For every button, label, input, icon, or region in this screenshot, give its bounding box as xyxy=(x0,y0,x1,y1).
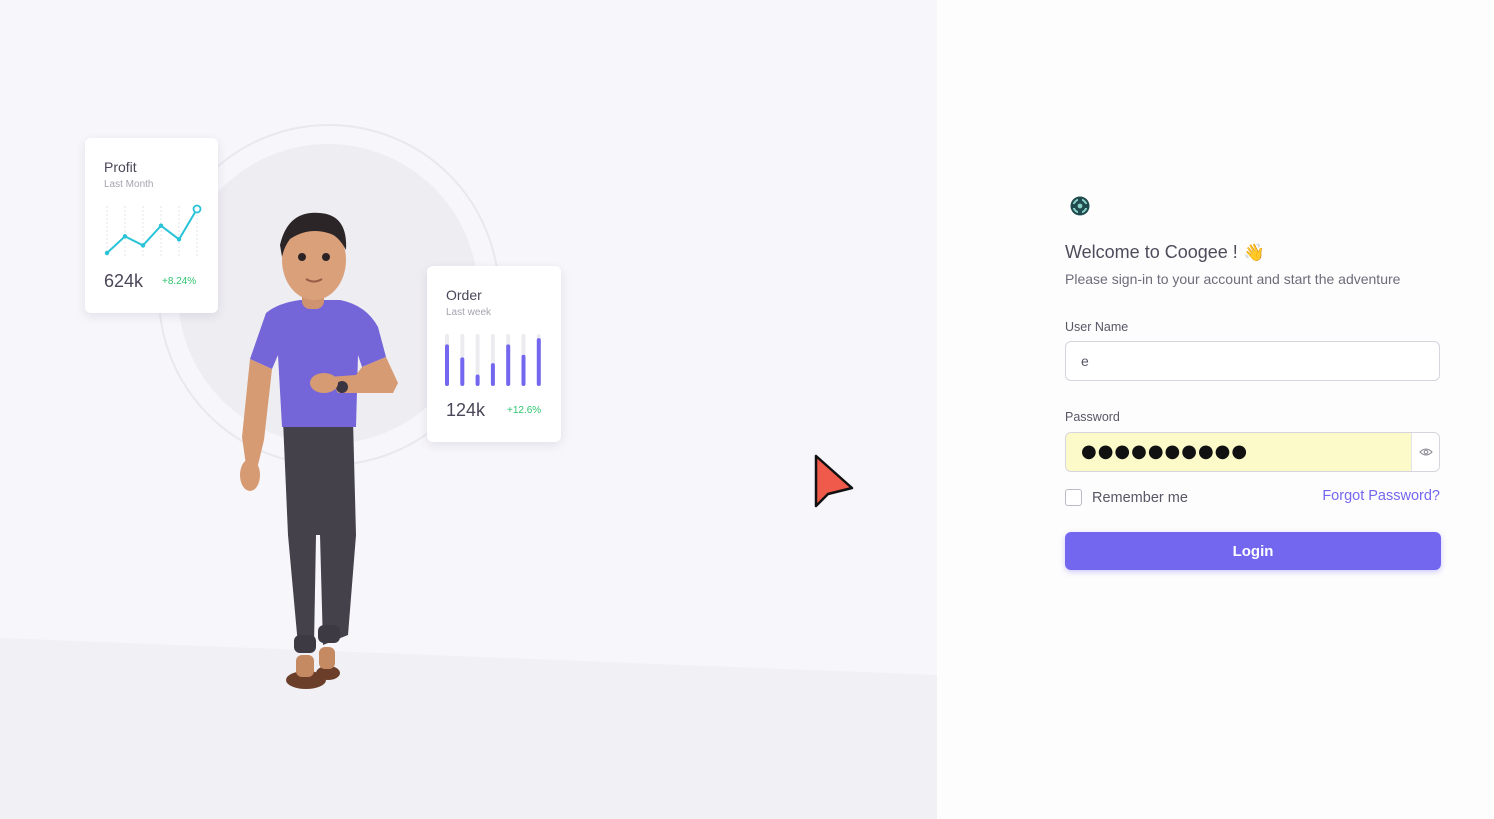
order-bar xyxy=(445,344,449,386)
order-bar xyxy=(521,354,526,386)
profit-delta: +8.24% xyxy=(162,276,197,287)
auth-panel: Welcome to Coogee ! 👋 Please sign-in to … xyxy=(937,0,1494,819)
sparkline-point xyxy=(104,250,110,256)
sparkline-point xyxy=(176,237,182,242)
waving-hand-icon: 👋 xyxy=(1243,242,1265,262)
order-bar xyxy=(536,338,541,386)
remember-label[interactable]: Remember me xyxy=(1092,490,1188,506)
order-delta: +12.6% xyxy=(507,405,542,416)
order-card-title: Order xyxy=(446,287,482,303)
password-input[interactable]: ●●●●●●●●●● xyxy=(1066,433,1411,471)
order-card-subtitle: Last week xyxy=(446,307,492,318)
welcome-heading: Welcome to Coogee ! 👋 xyxy=(1065,242,1265,263)
profit-card: Profit Last Month 624k +8.24% xyxy=(85,138,218,313)
character-illustration xyxy=(240,212,398,689)
order-bar xyxy=(475,374,480,386)
sparkline-point xyxy=(140,243,146,248)
profit-sparkline xyxy=(104,204,202,256)
remember-me[interactable]: Remember me xyxy=(1065,489,1188,506)
order-value: 124k xyxy=(446,400,486,420)
profit-card-title: Profit xyxy=(104,159,137,175)
order-bar xyxy=(490,363,495,386)
profit-value: 624k xyxy=(104,271,144,291)
mouse-cursor-icon xyxy=(814,454,854,508)
password-field: ●●●●●●●●●● xyxy=(1065,432,1440,472)
eye-icon[interactable] xyxy=(1411,433,1439,471)
login-button[interactable]: Login xyxy=(1065,532,1441,570)
remember-checkbox[interactable] xyxy=(1065,489,1082,506)
sparkline-point xyxy=(122,234,128,239)
welcome-text: Welcome to Coogee ! xyxy=(1065,242,1238,262)
order-bar-chart xyxy=(445,334,541,386)
sparkline-point xyxy=(158,223,164,228)
logo-icon xyxy=(1070,196,1090,216)
username-label: User Name xyxy=(1065,320,1129,334)
forgot-password-link[interactable]: Forgot Password? xyxy=(1322,488,1440,504)
order-bar xyxy=(506,344,511,386)
sparkline-line xyxy=(106,208,198,254)
order-bar xyxy=(460,357,465,386)
password-label: Password xyxy=(1065,410,1120,424)
profit-card-subtitle: Last Month xyxy=(104,179,154,190)
illustration-panel: Profit Last Month 624k +8.24% Order Last… xyxy=(0,0,937,819)
order-card: Order Last week 124k +12.6% xyxy=(427,266,561,442)
sparkline-point xyxy=(192,204,202,214)
username-input[interactable] xyxy=(1065,341,1440,381)
welcome-subtitle: Please sign-in to your account and start… xyxy=(1065,271,1401,287)
